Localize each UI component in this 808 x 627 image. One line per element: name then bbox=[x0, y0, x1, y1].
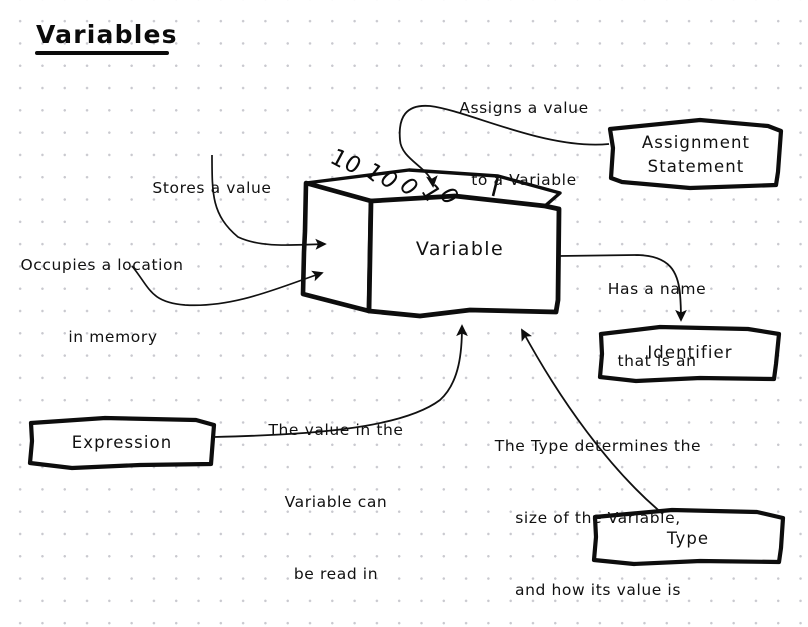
annotation-has-a-name-line1: Has a name bbox=[607, 280, 707, 299]
assignment-statement-label: Assignment Statement bbox=[611, 131, 781, 179]
annotation-assigns-line2: to a Variable bbox=[471, 171, 577, 190]
annotation-type-line2: size of the Variable, bbox=[515, 509, 681, 528]
annotation-has-a-name-line2: that is an bbox=[617, 352, 697, 371]
annotation-assigns-a-value: Assigns a value to a Variable bbox=[443, 48, 605, 240]
variable-node-label: Variable bbox=[415, 238, 505, 260]
annotation-occupies-line1: Occupies a location bbox=[20, 256, 184, 275]
annotation-value-read-line1: The value in the bbox=[268, 421, 404, 440]
assignment-statement-label-line1: Assignment bbox=[641, 133, 751, 152]
annotation-occupies-a-location: Occupies a location in memory bbox=[2, 205, 202, 397]
annotation-type-line1: The Type determines the bbox=[494, 437, 702, 456]
annotation-occupies-line2: in memory bbox=[68, 328, 158, 347]
diagram-canvas: Variables 1 0 1 0 0 1 0 Variable Assignm… bbox=[0, 0, 808, 627]
annotation-stores-a-value-line1: Stores a value bbox=[152, 179, 272, 198]
annotation-type-line3: and how its value is bbox=[514, 581, 682, 600]
annotation-type-determines: The Type determines the size of the Vari… bbox=[469, 386, 727, 627]
expression-label: Expression bbox=[71, 433, 173, 452]
assignment-statement-label-line2: Statement bbox=[647, 156, 745, 176]
annotation-value-read-line2: Variable can bbox=[284, 493, 388, 512]
annotation-value-read-line3: be read in bbox=[293, 565, 379, 584]
variable-box-left-face bbox=[300, 180, 374, 314]
annotation-assigns-line1: Assigns a value bbox=[459, 99, 589, 118]
annotation-value-read-in-expression: The value in the Variable can be read in… bbox=[250, 370, 422, 627]
